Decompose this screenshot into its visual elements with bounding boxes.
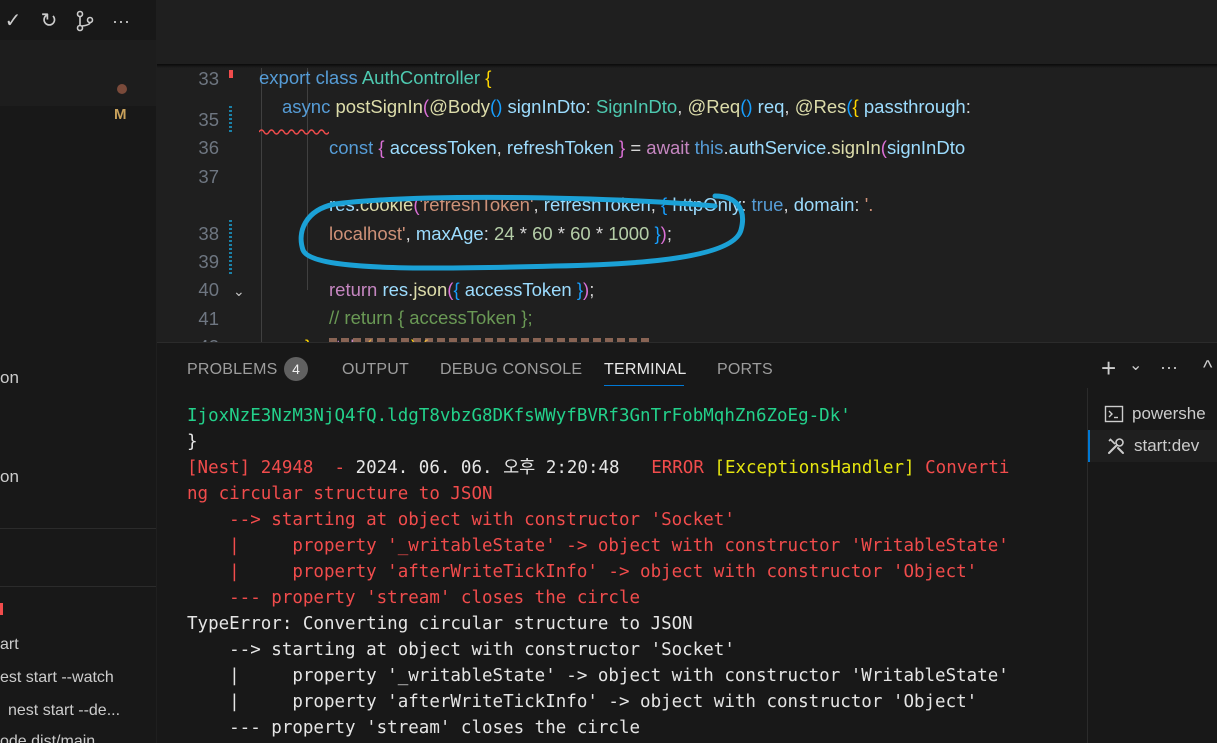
terminal-line: | property 'afterWriteTickInfo' -> objec… <box>187 692 978 712</box>
terminal-session-start-dev[interactable]: start:dev <box>1088 430 1217 462</box>
terminal-line: TypeError: Converting circular structure… <box>187 614 693 634</box>
tab-ports[interactable]: PORTS <box>717 361 773 379</box>
divider <box>0 528 156 529</box>
terminal-line: --- property 'stream' closes the circle <box>187 588 641 608</box>
error-marker <box>229 70 233 78</box>
changed-file-row[interactable] <box>0 40 156 106</box>
sticky-shadow <box>157 64 1217 68</box>
refresh-icon[interactable]: ↻ <box>38 10 60 32</box>
npm-script-item[interactable]: ode dist/main <box>0 733 95 743</box>
terminal-line: --> starting at object with constructor … <box>187 510 735 530</box>
terminal-session-powershell[interactable]: powershe <box>1088 398 1217 430</box>
terminal-line: | property '_writableState' -> object wi… <box>187 536 1009 556</box>
more-icon[interactable]: ··· <box>110 10 132 32</box>
code-line[interactable]: 37 res.cookie('refreshToken', refreshTok… <box>157 135 1217 215</box>
check-icon[interactable]: ✓ <box>2 10 24 32</box>
divider <box>0 586 156 587</box>
error-squiggle <box>259 129 329 135</box>
error-indicator <box>0 603 3 615</box>
sidebar-partial-text: on <box>0 368 19 387</box>
branch-icon[interactable] <box>74 10 96 32</box>
npm-script-item[interactable]: est start --watch <box>0 669 114 687</box>
terminal-line: ng circular structure to JSON <box>187 484 493 504</box>
unsaved-dot-icon <box>117 84 127 94</box>
terminal-line: | property 'afterWriteTickInfo' -> objec… <box>187 562 978 582</box>
tab-output[interactable]: OUTPUT <box>342 361 409 379</box>
terminal-line: --> starting at object with constructor … <box>187 640 735 660</box>
sidebar-partial-text: on <box>0 467 19 486</box>
tab-problems[interactable]: PROBLEMS <box>187 361 278 379</box>
collapse-panel-icon[interactable]: ^ <box>1203 357 1212 380</box>
npm-script-item[interactable]: art <box>0 636 19 654</box>
sticky-scroll-line[interactable]: 33 async postSignIn(@Body() signInDto: S… <box>157 37 1217 117</box>
tab-terminal[interactable]: TERMINAL <box>604 361 687 379</box>
source-control-sidebar: ✓ ↻ ··· M on on art est start --watch ne… <box>0 0 156 743</box>
terminal-icon <box>1104 398 1124 434</box>
chevron-down-icon[interactable]: ⌄ <box>1129 355 1142 375</box>
npm-script-item[interactable]: nest start --de... <box>8 702 120 720</box>
code-editor[interactable]: 35 const { accessToken, refreshToken } =… <box>157 0 1217 342</box>
terminal-output[interactable]: IjoxNzE3NzM3NjQ4fQ.ldgT8vbzG8DKfsWWyfBVR… <box>187 403 1087 743</box>
add-terminal-icon[interactable]: + <box>1101 353 1116 384</box>
code-line[interactable]: 41 } catch (error) { <box>157 277 1217 342</box>
code-line[interactable]: 42 throw new UnauthorizedException('유효하지… <box>157 305 1217 342</box>
annotation-circle <box>298 193 745 271</box>
source-control-toolbar: ✓ ↻ ··· <box>0 0 156 40</box>
tab-debug-console[interactable]: DEBUG CONSOLE <box>440 361 582 379</box>
terminal-line: [Nest] 24948 - 2024. 06. 06. 오후 2:20:48 … <box>187 458 1010 478</box>
sticky-scroll-line[interactable]: 16 export class AuthController { <box>157 8 1217 88</box>
terminal-line: } <box>187 432 198 452</box>
problems-count-badge: 4 <box>284 357 308 381</box>
more-icon[interactable]: ··· <box>1160 357 1178 378</box>
active-tab-underline <box>604 385 684 386</box>
terminal-session-list: powershe start:dev <box>1087 388 1217 743</box>
bottom-panel: PROBLEMS 4 OUTPUT DEBUG CONSOLE TERMINAL… <box>157 342 1217 743</box>
terminal-line: IjoxNzE3NzM3NjQ4fQ.ldgT8vbzG8DKfsWWyfBVR… <box>187 406 851 426</box>
modified-badge: M <box>114 106 127 123</box>
terminal-line: --- property 'stream' closes the circle <box>187 718 641 738</box>
terminal-line: | property '_writableState' -> object wi… <box>187 666 1009 686</box>
code-line[interactable]: localhost', maxAge: 24 * 60 * 60 * 1000 … <box>157 164 1217 244</box>
tools-icon <box>1106 430 1126 466</box>
chevron-down-icon[interactable]: ⌄ <box>233 283 245 300</box>
